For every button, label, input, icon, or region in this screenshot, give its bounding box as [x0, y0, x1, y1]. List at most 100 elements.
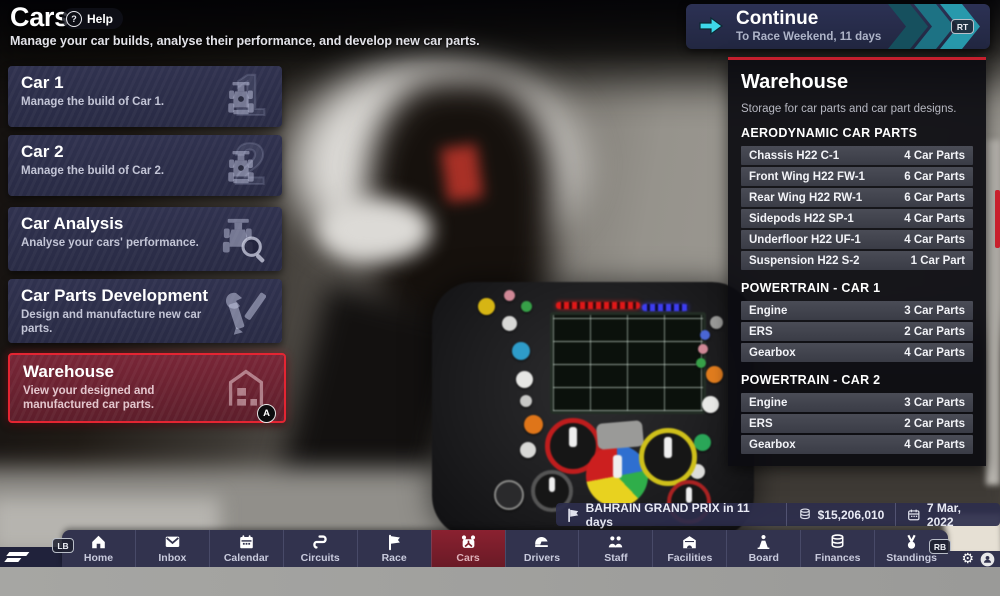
- wheel-button: [698, 344, 708, 354]
- menu-item-desc: Manage the build of Car 1.: [21, 95, 216, 109]
- continue-button[interactable]: Continue To Race Weekend, 11 days RT: [686, 4, 990, 49]
- tab-inbox[interactable]: Inbox: [135, 530, 209, 567]
- part-name: Engine: [749, 305, 787, 317]
- menu-item-desc: Manage the build of Car 2.: [21, 164, 216, 178]
- tab-label: Standings: [886, 552, 937, 564]
- tab-label: Drivers: [524, 552, 560, 564]
- page-title: Cars: [10, 2, 69, 33]
- warehouse-panel: Warehouse Storage for car parts and car …: [728, 57, 986, 466]
- date-value: 7 Mar, 2022: [927, 501, 989, 529]
- wrench-pencil-icon: [222, 289, 266, 335]
- part-name: Front Wing H22 FW-1: [749, 171, 865, 183]
- menu-item-car-analysis[interactable]: Car Analysis Analyse your cars' performa…: [8, 207, 282, 271]
- menu-item-car-1[interactable]: 1 Car 1 Manage the build of Car 1.: [8, 66, 282, 127]
- wheel-button: [694, 434, 711, 451]
- help-icon: ?: [66, 11, 82, 27]
- helmet-icon: [532, 533, 551, 551]
- part-name: Sidepods H22 SP-1: [749, 213, 854, 225]
- support-headset-icon[interactable]: [980, 552, 995, 567]
- car-icon: [459, 533, 478, 551]
- tab-calendar[interactable]: Calendar: [209, 530, 283, 567]
- panel-subtitle: Storage for car parts and car part desig…: [741, 103, 973, 115]
- car-livery-mark: [440, 144, 483, 202]
- part-count: 4 Car Parts: [904, 347, 965, 359]
- tab-finances[interactable]: Finances: [800, 530, 874, 567]
- tab-circuits[interactable]: Circuits: [283, 530, 357, 567]
- tab-race[interactable]: Race: [357, 530, 431, 567]
- board-icon: [754, 533, 773, 551]
- bottom-navbar: Home Inbox Calendar Circuits Race Cars D…: [62, 530, 948, 567]
- menu-item-desc: Design and manufacture new car parts.: [21, 308, 216, 337]
- menu-item-warehouse[interactable]: Warehouse View your designed and manufac…: [8, 353, 286, 423]
- tab-label: Finances: [815, 552, 861, 564]
- tab-label: Race: [382, 552, 407, 564]
- wheel-button: [502, 316, 517, 331]
- part-name: Suspension H22 S-2: [749, 255, 860, 267]
- next-race-label: BAHRAIN GRAND PRIX in 11 days: [586, 501, 775, 529]
- date-status: 7 Mar, 2022: [895, 503, 1000, 526]
- part-name: Gearbox: [749, 347, 796, 359]
- part-name: ERS: [749, 326, 773, 338]
- game-screen: Cars ? Help Manage your car builds, anal…: [0, 0, 1000, 596]
- menu-item-car-2[interactable]: 2 Car 2 Manage the build of Car 2.: [8, 135, 282, 196]
- part-name: Chassis H22 C-1: [749, 150, 839, 162]
- flag-icon: [385, 533, 404, 551]
- tab-label: Cars: [456, 552, 479, 564]
- continue-sublabel: To Race Weekend, 11 days: [736, 31, 881, 43]
- part-count: 6 Car Parts: [904, 171, 965, 183]
- car-analysis-icon: [220, 217, 268, 263]
- menu-item-desc: View your designed and manufactured car …: [23, 384, 218, 413]
- status-bar: BAHRAIN GRAND PRIX in 11 days $15,206,01…: [556, 503, 1000, 526]
- part-row: Front Wing H22 FW-1 6 Car Parts: [741, 167, 973, 186]
- tab-drivers[interactable]: Drivers: [505, 530, 579, 567]
- led-strip-red: [556, 302, 640, 309]
- wheel-button: [504, 290, 515, 301]
- scrollbar-thumb[interactable]: [995, 190, 1000, 248]
- wheel-knob: [639, 428, 697, 486]
- money-icon: [798, 507, 812, 522]
- tab-label: Staff: [604, 552, 627, 564]
- part-row: Chassis H22 C-14 Car Parts: [741, 146, 973, 165]
- wheel-button: [516, 371, 533, 388]
- section-header: POWERTRAIN - CAR 1: [741, 281, 973, 295]
- wheel-button: [700, 330, 710, 340]
- system-icons-strip: ⚙: [948, 551, 1000, 567]
- wheel-button: [478, 298, 495, 315]
- part-name: ERS: [749, 418, 773, 430]
- f1-manager-logo: [7, 552, 30, 556]
- led-strip-blue: [642, 304, 688, 311]
- section-header: POWERTRAIN - CAR 2: [741, 373, 973, 387]
- help-label: Help: [87, 12, 113, 26]
- settings-gear-icon[interactable]: ⚙: [961, 551, 974, 565]
- part-row: Engine 3 Car Parts: [741, 301, 973, 320]
- section-header: AERODYNAMIC CAR PARTS: [741, 126, 973, 140]
- calendar-icon: [237, 533, 256, 551]
- tab-staff[interactable]: Staff: [578, 530, 652, 567]
- tab-label: Calendar: [224, 552, 269, 564]
- budget-status: $15,206,010: [786, 503, 896, 526]
- wheel-button: [520, 442, 536, 458]
- part-row: ERS2 Car Parts: [741, 414, 973, 433]
- staff-icon: [606, 533, 625, 551]
- part-name: Engine: [749, 397, 787, 409]
- medal-icon: [902, 533, 921, 551]
- menu-item-car-parts-development[interactable]: Car Parts Development Design and manufac…: [8, 279, 282, 343]
- car-2-icon: [224, 149, 258, 187]
- tab-label: Board: [749, 552, 779, 564]
- building-icon: [680, 533, 699, 551]
- tab-cars[interactable]: Cars: [431, 530, 505, 567]
- budget-value: $15,206,010: [818, 508, 885, 522]
- menu-item-title: Car 2: [21, 142, 64, 162]
- part-count: 3 Car Parts: [904, 305, 965, 317]
- continue-label: Continue: [736, 8, 818, 30]
- menu-item-title: Warehouse: [23, 362, 114, 382]
- wheel-button: [512, 342, 530, 360]
- gamepad-a-badge: A: [257, 404, 276, 423]
- tab-board[interactable]: Board: [726, 530, 800, 567]
- circuit-icon: [311, 533, 330, 551]
- help-button[interactable]: ? Help: [62, 8, 123, 29]
- home-icon: [89, 533, 108, 551]
- tab-facilities[interactable]: Facilities: [652, 530, 726, 567]
- floor: [0, 567, 1000, 596]
- menu-item-title: Car 1: [21, 73, 64, 93]
